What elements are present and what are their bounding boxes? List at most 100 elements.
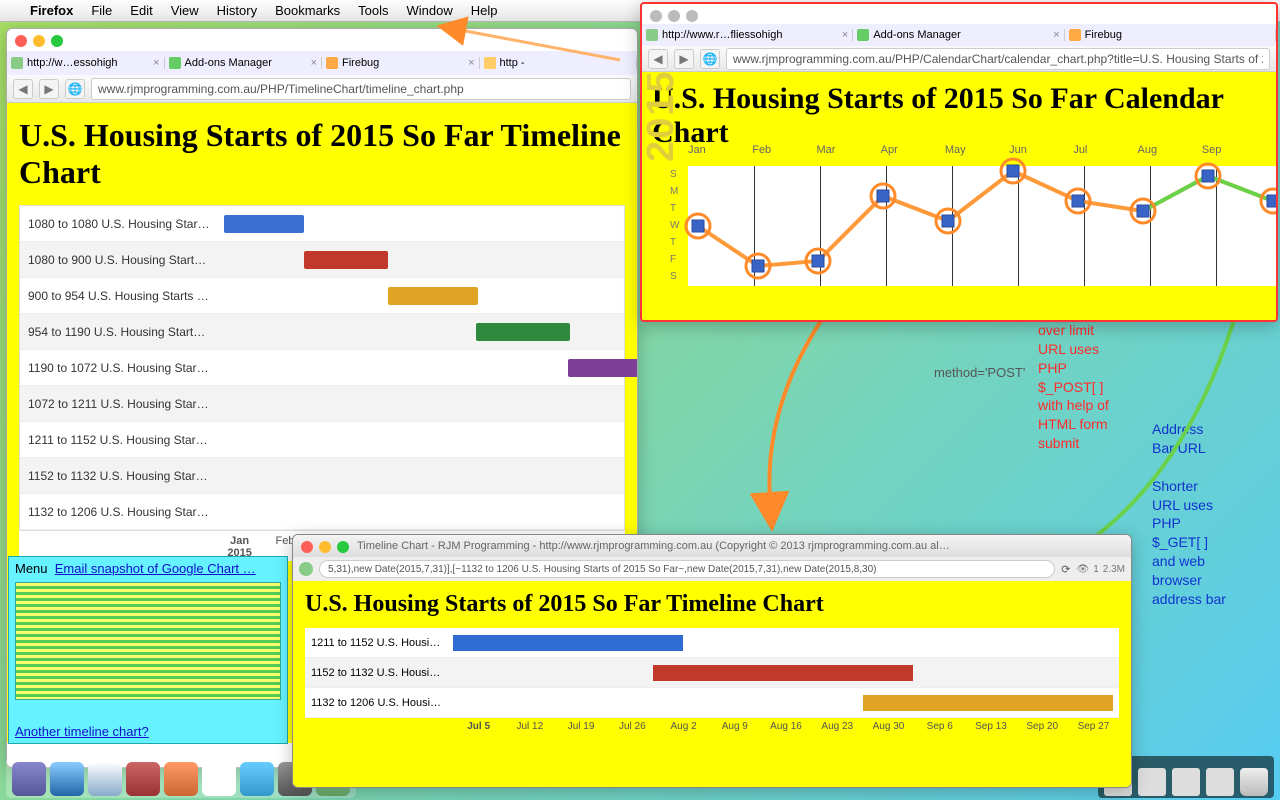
address-bar[interactable] xyxy=(726,48,1270,70)
app-icon[interactable] xyxy=(240,762,274,796)
close-icon[interactable]: × xyxy=(311,57,317,69)
table-row: 1152 to 1132 U.S. Housing Starts… xyxy=(20,458,624,494)
row-label: 1080 to 900 U.S. Housing Starts of… xyxy=(20,253,218,267)
menu-view[interactable]: View xyxy=(171,3,199,18)
menu-history[interactable]: History xyxy=(217,3,257,18)
tab-label: Firebug xyxy=(1085,29,1122,41)
puzzle-icon xyxy=(169,57,181,69)
site-identity-icon[interactable] xyxy=(299,562,313,576)
timeline-bar[interactable] xyxy=(653,665,913,681)
timeline-bar[interactable] xyxy=(453,635,683,651)
tab-label: Add-ons Manager xyxy=(873,29,960,41)
timeline-bar[interactable] xyxy=(224,215,304,233)
annotation-text: Long over limit URL uses PHP $_POST[ ] w… xyxy=(1038,302,1158,453)
tab-label: Firebug xyxy=(342,57,379,69)
app-name[interactable]: Firefox xyxy=(30,3,73,18)
page-title: U.S. Housing Starts of 2015 So Far Calen… xyxy=(652,82,1266,150)
doc-icon[interactable] xyxy=(1172,768,1200,796)
email-snapshot-link[interactable]: Email snapshot of Google Chart … xyxy=(55,561,256,576)
trash-icon[interactable] xyxy=(1240,768,1268,796)
menu-label: Menu xyxy=(15,561,48,576)
year-label: 2015 xyxy=(640,69,683,162)
row-track xyxy=(218,251,624,269)
row-track xyxy=(218,503,624,521)
app-icon[interactable] xyxy=(126,762,160,796)
close-icon[interactable]: × xyxy=(153,57,159,69)
timeline-bar[interactable] xyxy=(863,695,1113,711)
close-icon[interactable]: × xyxy=(468,57,474,69)
close-icon[interactable]: × xyxy=(1053,29,1059,41)
row-track xyxy=(453,695,1119,711)
page-body: U.S. Housing Starts of 2015 So Far Calen… xyxy=(642,72,1276,322)
table-row: 1080 to 1080 U.S. Housing Starts… xyxy=(20,206,624,242)
timeline-bar[interactable] xyxy=(304,251,388,269)
calendar-chart: JanFebMarAprMayJunJulAugSep SMTWTFS xyxy=(688,160,1266,310)
tab-1[interactable]: http://www.r…fliessohigh × xyxy=(642,29,853,41)
tab-label: http - xyxy=(500,57,525,69)
address-bar[interactable] xyxy=(319,560,1055,578)
annotation-text: Address Bar URL Shorter URL uses PHP $_G… xyxy=(1152,420,1272,609)
calendar-icon[interactable] xyxy=(202,762,236,796)
finder-icon[interactable] xyxy=(12,762,46,796)
doc-icon[interactable] xyxy=(1138,768,1166,796)
window-controls[interactable] xyxy=(15,35,63,47)
timeline-bar[interactable] xyxy=(568,359,638,377)
menu-window[interactable]: Window xyxy=(407,3,453,18)
table-row: 1211 to 1152 U.S. Housi… xyxy=(305,628,1119,658)
page-title: U.S. Housing Starts of 2015 So Far Timel… xyxy=(305,591,1119,618)
toolbar: ◀ ▶ 🌐 xyxy=(7,75,637,103)
reader-icon[interactable]: 👁 xyxy=(1077,564,1090,575)
timeline-bar[interactable] xyxy=(476,323,570,341)
row-track xyxy=(218,359,624,377)
menu-bookmarks[interactable]: Bookmarks xyxy=(275,3,340,18)
safari-icon[interactable] xyxy=(50,762,84,796)
forward-button[interactable]: ▶ xyxy=(39,79,59,99)
window-controls[interactable] xyxy=(301,541,349,553)
menu-tools[interactable]: Tools xyxy=(358,3,388,18)
row-label: 1211 to 1152 U.S. Housi… xyxy=(305,637,453,649)
page-size: 2.3M xyxy=(1103,564,1125,575)
menu-file[interactable]: File xyxy=(91,3,112,18)
decorative-stripes xyxy=(15,582,281,700)
row-label: 1132 to 1206 U.S. Housing Starts… xyxy=(20,505,218,519)
dow-labels: SMTWTFS xyxy=(670,166,679,285)
site-identity-icon[interactable]: 🌐 xyxy=(700,49,720,69)
window-controls[interactable] xyxy=(650,10,698,22)
table-row: 954 to 1190 U.S. Housing Starts of… xyxy=(20,314,624,350)
timeline-bar[interactable] xyxy=(388,287,478,305)
tab-label: http://www.r…fliessohigh xyxy=(662,29,782,41)
another-chart-link[interactable]: Another timeline chart? xyxy=(15,724,149,739)
tab-4[interactable]: http - xyxy=(480,57,638,69)
reload-icon[interactable]: ⟳ xyxy=(1061,563,1070,576)
month-labels: JanFebMarAprMayJunJulAugSep xyxy=(688,144,1266,156)
forward-button[interactable]: ▶ xyxy=(674,49,694,69)
row-label: 1152 to 1132 U.S. Housi… xyxy=(305,667,453,679)
tab-strip[interactable]: http://www.r…fliessohigh × Add-ons Manage… xyxy=(642,24,1276,46)
back-button[interactable]: ◀ xyxy=(13,79,33,99)
page-count: 1 xyxy=(1093,564,1099,575)
menu-edit[interactable]: Edit xyxy=(130,3,152,18)
close-icon[interactable]: × xyxy=(842,29,848,41)
tab-label: http://w…essohigh xyxy=(27,57,118,69)
mail-icon[interactable] xyxy=(88,762,122,796)
back-button[interactable]: ◀ xyxy=(648,49,668,69)
app-icon[interactable] xyxy=(164,762,198,796)
doc-icon[interactable] xyxy=(1206,768,1234,796)
tab-3[interactable]: Firebug xyxy=(1065,29,1276,41)
table-row: 1190 to 1072 U.S. Housing Starts… xyxy=(20,350,624,386)
table-row: 900 to 954 U.S. Housing Starts of… xyxy=(20,278,624,314)
row-track xyxy=(218,215,624,233)
tab-strip[interactable]: http://w…essohigh × Add-ons Manager× Fire… xyxy=(7,51,637,75)
tab-2[interactable]: Add-ons Manager × xyxy=(853,29,1064,41)
tab-2[interactable]: Add-ons Manager× xyxy=(165,57,323,69)
menu-help[interactable]: Help xyxy=(471,3,498,18)
timeline-chart-mini: 1211 to 1152 U.S. Housi… 1152 to 1132 U.… xyxy=(305,628,1119,718)
table-row: 1211 to 1152 U.S. Housing Starts… xyxy=(20,422,624,458)
address-bar[interactable] xyxy=(91,78,631,100)
bug-icon xyxy=(326,57,338,69)
tab-1[interactable]: http://w…essohigh × xyxy=(7,57,165,69)
safari-window-timeline-short: Timeline Chart - RJM Programming - http:… xyxy=(292,534,1132,788)
tab-3[interactable]: Firebug × xyxy=(322,57,480,69)
site-identity-icon[interactable]: 🌐 xyxy=(65,79,85,99)
row-track xyxy=(453,665,1119,681)
